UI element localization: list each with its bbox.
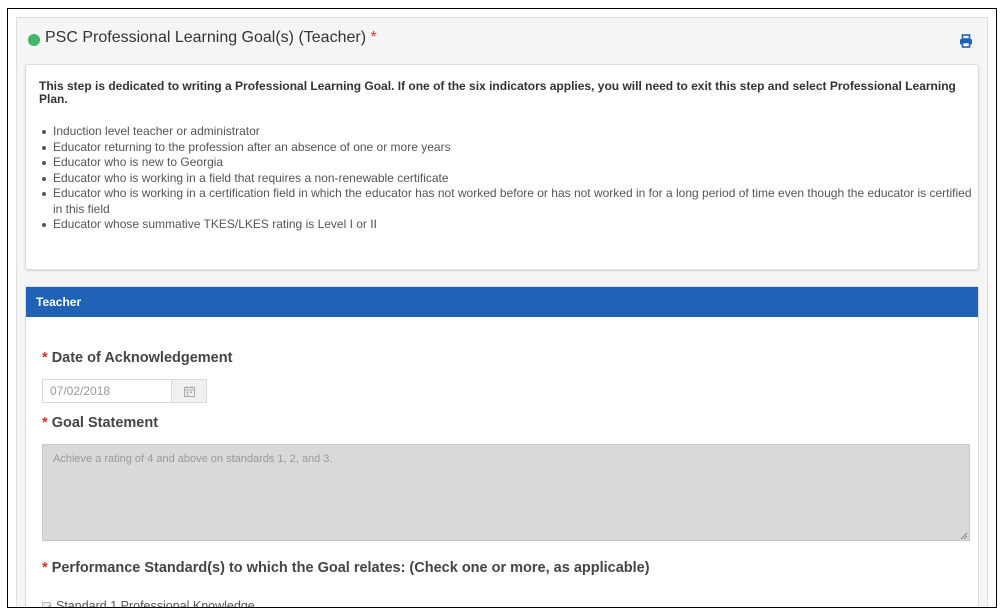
print-icon[interactable] [959,34,973,48]
teacher-section-title: Teacher [36,295,82,309]
required-star: * [42,415,48,431]
goal-field-label: * Goal Statement [42,415,158,431]
goal-label-text: Goal Statement [51,415,159,431]
panel-header: PSC Professional Learning Goal(s) (Teach… [17,18,987,58]
standards-label-text: Performance Standard(s) to which the Goa… [51,560,650,576]
required-star: * [42,560,48,576]
teacher-section: Teacher * Date of Acknowledgement * Go [25,286,979,608]
teacher-section-header: Teacher [26,287,978,317]
date-field-label: * Date of Acknowledgement [42,350,232,366]
list-item: Induction level teacher or administrator [39,124,974,140]
date-of-acknowledgement-input[interactable] [42,379,187,403]
date-label-text: Date of Acknowledgement [51,350,233,366]
goal-statement-textarea[interactable]: Achieve a rating of 4 and above on stand… [42,444,970,541]
instructions-card: This step is dedicated to writing a Prof… [25,64,979,270]
required-star: * [370,29,377,46]
standards-field-label: * Performance Standard(s) to which the G… [42,560,650,576]
calendar-button[interactable] [171,379,207,403]
goal-panel: PSC Professional Learning Goal(s) (Teach… [16,17,988,608]
instructions-intro: This step is dedicated to writing a Prof… [39,79,956,106]
required-star: * [42,350,48,366]
resize-grip-icon[interactable] [960,532,968,540]
indicator-list: Induction level teacher or administrator… [39,124,974,233]
status-dot-icon [28,34,40,46]
panel-title: PSC Professional Learning Goal(s) (Teach… [45,29,377,47]
checkmark-icon [47,604,51,607]
calendar-icon [184,386,195,397]
list-item: Educator whose summative TKES/LKES ratin… [39,217,974,233]
list-item: Educator who is working in a certificati… [39,186,974,217]
standard-1-label: Standard 1 Professional Knowledge [56,599,255,608]
list-item: Educator who is working in a field that … [39,171,974,187]
list-item: Educator returning to the profession aft… [39,140,974,156]
panel-title-text: PSC Professional Learning Goal(s) (Teach… [45,29,367,46]
screenshot-frame: PSC Professional Learning Goal(s) (Teach… [7,8,997,608]
list-item: Educator who is new to Georgia [39,155,974,171]
standard-1-checkbox[interactable] [42,602,51,607]
